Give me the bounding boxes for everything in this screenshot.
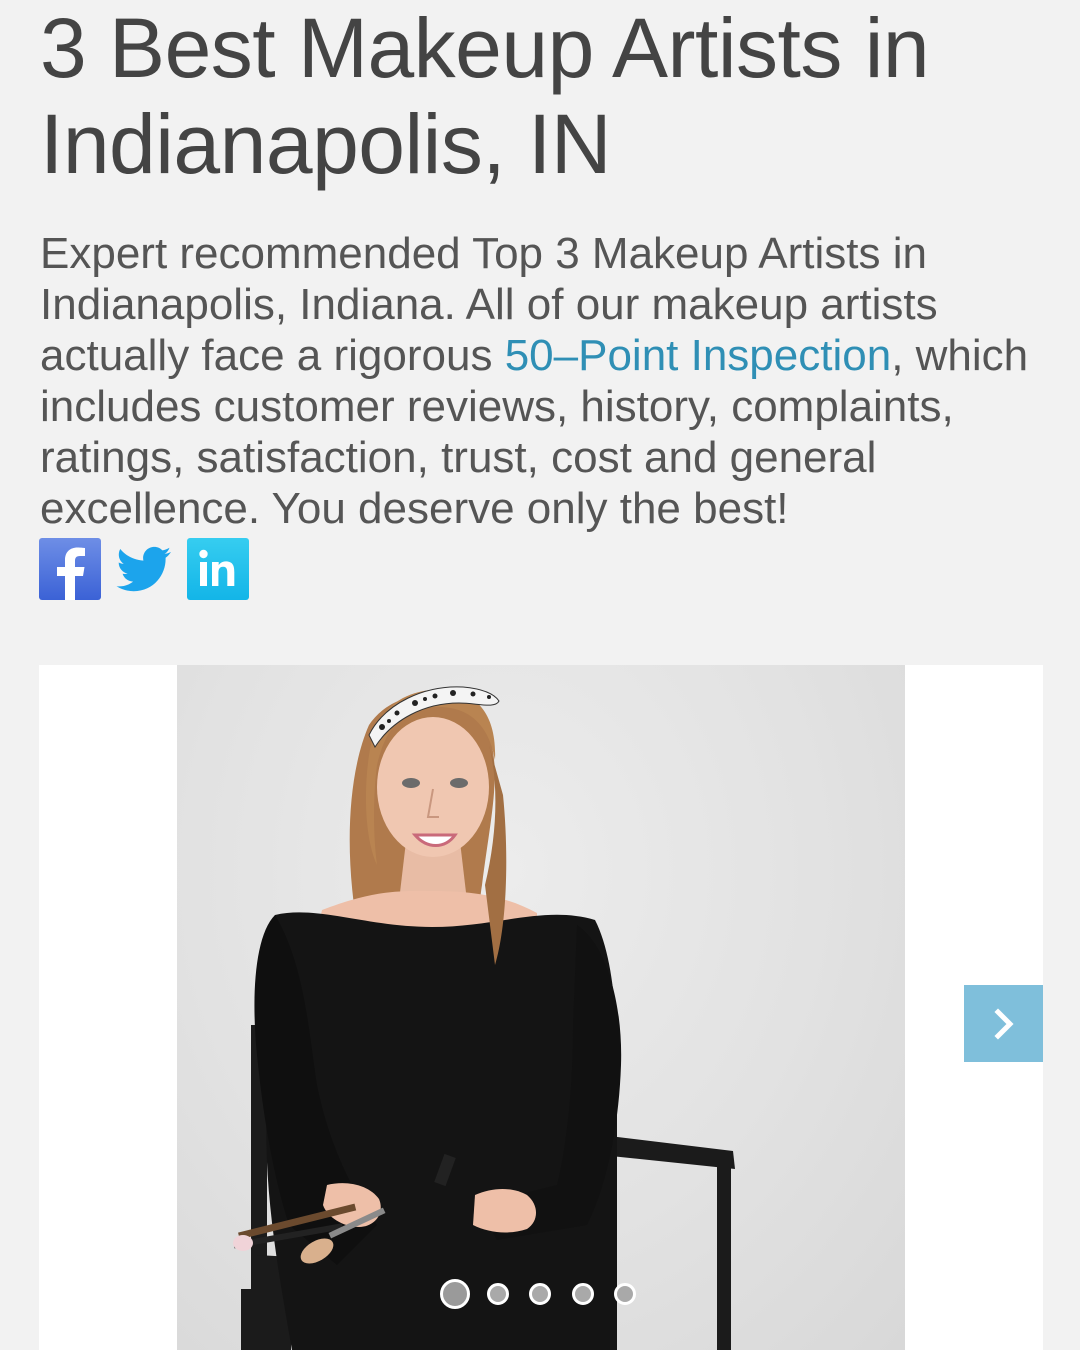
page-title: 3 Best Makeup Artists in Indianapolis, I… [40,1,930,191]
carousel-pagination [39,1279,1043,1313]
inspection-link[interactable]: 50–Point Inspection [505,331,892,380]
next-slide-button[interactable] [964,985,1043,1062]
facebook-icon [57,547,85,600]
carousel-dot-1[interactable] [440,1279,470,1309]
photo-carousel [39,665,1043,1350]
intro-paragraph: Expert recommended Top 3 Makeup Artists … [40,228,1040,534]
carousel-dot-2[interactable] [487,1283,509,1305]
facebook-share-button[interactable] [39,538,101,600]
social-share-bar [39,538,249,600]
carousel-dot-4[interactable] [572,1283,594,1305]
carousel-dot-5[interactable] [614,1283,636,1305]
carousel-dot-3[interactable] [529,1283,551,1305]
artist-photo [177,665,905,1350]
twitter-share-button[interactable] [113,538,175,600]
linkedin-icon [199,549,235,586]
twitter-icon [116,546,171,592]
chevron-right-icon [993,1007,1014,1040]
linkedin-share-button[interactable] [187,538,249,600]
